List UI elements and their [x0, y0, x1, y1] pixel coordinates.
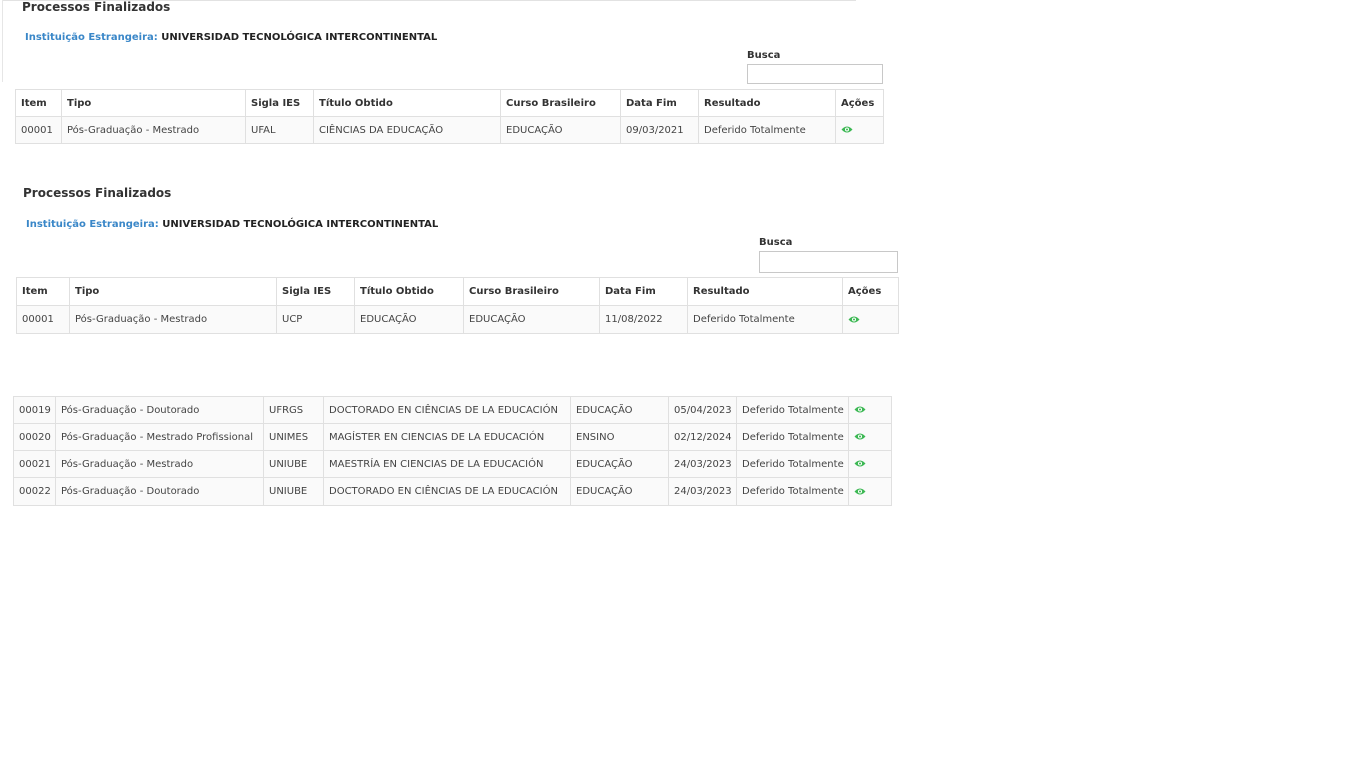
- cell-tipo: Pós-Graduação - Mestrado: [61, 116, 246, 144]
- left-divider: [2, 0, 3, 82]
- cell-sigla-ies: UNIMES: [263, 423, 324, 451]
- cell-sigla-ies: UNIUBE: [263, 477, 324, 506]
- cell-tipo: Pós-Graduação - Mestrado: [55, 450, 264, 478]
- eye-icon[interactable]: [848, 315, 860, 324]
- institution-info: Instituição Estrangeira: UNIVERSIDAD TEC…: [26, 219, 438, 230]
- table-row: 00001 Pós-Graduação - Mestrado UFAL CIÊN…: [15, 116, 884, 144]
- table-row: 00022 Pós-Graduação - Doutorado UNIUBE D…: [13, 477, 892, 506]
- cell-acoes: [842, 305, 899, 334]
- column-header-item: Item: [15, 89, 62, 117]
- cell-data-fim: 02/12/2024: [668, 423, 737, 451]
- section-title: Processos Finalizados: [23, 186, 172, 200]
- column-header-sigla-ies: Sigla IES: [245, 89, 314, 117]
- eye-icon[interactable]: [854, 405, 866, 414]
- cell-tipo: Pós-Graduação - Mestrado: [69, 305, 277, 334]
- institution-info: Instituição Estrangeira: UNIVERSIDAD TEC…: [25, 32, 437, 43]
- cell-data-fim: 24/03/2023: [668, 450, 737, 478]
- table-row: 00001 Pós-Graduação - Mestrado UCP EDUCA…: [16, 305, 899, 334]
- cell-curso-brasileiro: EDUCAÇÃO: [570, 450, 669, 478]
- column-header-item: Item: [16, 277, 70, 306]
- column-header-curso-brasileiro: Curso Brasileiro: [500, 89, 621, 117]
- search-label: Busca: [759, 237, 793, 248]
- cell-sigla-ies: UNIUBE: [263, 450, 324, 478]
- search-input[interactable]: [759, 251, 898, 273]
- cell-curso-brasileiro: EDUCAÇÃO: [570, 396, 669, 424]
- cell-curso-brasileiro: EDUCAÇÃO: [463, 305, 600, 334]
- cell-resultado: Deferido Totalmente: [736, 477, 849, 506]
- column-header-curso-brasileiro: Curso Brasileiro: [463, 277, 600, 306]
- cell-item: 00021: [13, 450, 56, 478]
- cell-curso-brasileiro: EDUCAÇÃO: [500, 116, 621, 144]
- cell-acoes: [835, 116, 884, 144]
- section-title: Processos Finalizados: [22, 0, 171, 14]
- institution-value: UNIVERSIDAD TECNOLÓGICA INTERCONTINENTAL: [161, 32, 438, 43]
- cell-tipo: Pós-Graduação - Doutorado: [55, 477, 264, 506]
- cell-resultado: Deferido Totalmente: [736, 396, 849, 424]
- cell-titulo-obtido: MAGÍSTER EN CIENCIAS DE LA EDUCACIÓN: [323, 423, 571, 451]
- cell-item: 00019: [13, 396, 56, 424]
- column-header-resultado: Resultado: [698, 89, 836, 117]
- institution-value: UNIVERSIDAD TECNOLÓGICA INTERCONTINENTAL: [162, 219, 439, 230]
- cell-item: 00020: [13, 423, 56, 451]
- table-row: 00019 Pós-Graduação - Doutorado UFRGS DO…: [13, 396, 892, 424]
- processes-table: Item Tipo Sigla IES Título Obtido Curso …: [15, 89, 884, 144]
- eye-icon[interactable]: [841, 125, 853, 134]
- search-label: Busca: [747, 50, 781, 61]
- column-header-tipo: Tipo: [69, 277, 277, 306]
- cell-resultado: Deferido Totalmente: [736, 450, 849, 478]
- cell-curso-brasileiro: ENSINO: [570, 423, 669, 451]
- search-input[interactable]: [747, 64, 883, 84]
- cell-acoes: [848, 450, 892, 478]
- cell-acoes: [848, 423, 892, 451]
- cell-sigla-ies: UFAL: [245, 116, 314, 144]
- table-header-row: Item Tipo Sigla IES Título Obtido Curso …: [16, 277, 899, 306]
- column-header-sigla-ies: Sigla IES: [276, 277, 355, 306]
- table-header-row: Item Tipo Sigla IES Título Obtido Curso …: [15, 89, 884, 117]
- cell-titulo-obtido: DOCTORADO EN CIÊNCIAS DE LA EDUCACIÓN: [323, 396, 571, 424]
- cell-tipo: Pós-Graduação - Doutorado: [55, 396, 264, 424]
- cell-curso-brasileiro: EDUCAÇÃO: [570, 477, 669, 506]
- eye-icon[interactable]: [854, 459, 866, 468]
- cell-sigla-ies: UCP: [276, 305, 355, 334]
- cell-item: 00022: [13, 477, 56, 506]
- processes-table: Item Tipo Sigla IES Título Obtido Curso …: [16, 277, 899, 334]
- eye-icon[interactable]: [854, 487, 866, 496]
- cell-data-fim: 24/03/2023: [668, 477, 737, 506]
- cell-acoes: [848, 477, 892, 506]
- cell-tipo: Pós-Graduação - Mestrado Profissional: [55, 423, 264, 451]
- column-header-tipo: Tipo: [61, 89, 246, 117]
- processes-table-rows: 00019 Pós-Graduação - Doutorado UFRGS DO…: [13, 396, 892, 506]
- cell-titulo-obtido: EDUCAÇÃO: [354, 305, 464, 334]
- cell-data-fim: 11/08/2022: [599, 305, 688, 334]
- column-header-acoes: Ações: [835, 89, 884, 117]
- column-header-data-fim: Data Fim: [620, 89, 699, 117]
- column-header-acoes: Ações: [842, 277, 899, 306]
- institution-label: Instituição Estrangeira:: [25, 32, 158, 43]
- table-row: 00021 Pós-Graduação - Mestrado UNIUBE MA…: [13, 450, 892, 478]
- column-header-titulo-obtido: Título Obtido: [313, 89, 501, 117]
- cell-sigla-ies: UFRGS: [263, 396, 324, 424]
- cell-resultado: Deferido Totalmente: [698, 116, 836, 144]
- cell-resultado: Deferido Totalmente: [687, 305, 843, 334]
- cell-item: 00001: [15, 116, 62, 144]
- table-row: 00020 Pós-Graduação - Mestrado Profissio…: [13, 423, 892, 451]
- cell-data-fim: 05/04/2023: [668, 396, 737, 424]
- cell-item: 00001: [16, 305, 70, 334]
- column-header-titulo-obtido: Título Obtido: [354, 277, 464, 306]
- cell-titulo-obtido: DOCTORADO EN CIÊNCIAS DE LA EDUCACIÓN: [323, 477, 571, 506]
- eye-icon[interactable]: [854, 432, 866, 441]
- cell-data-fim: 09/03/2021: [620, 116, 699, 144]
- column-header-resultado: Resultado: [687, 277, 843, 306]
- cell-resultado: Deferido Totalmente: [736, 423, 849, 451]
- cell-titulo-obtido: CIÊNCIAS DA EDUCAÇÃO: [313, 116, 501, 144]
- cell-acoes: [848, 396, 892, 424]
- cell-titulo-obtido: MAESTRÍA EN CIENCIAS DE LA EDUCACIÓN: [323, 450, 571, 478]
- institution-label: Instituição Estrangeira:: [26, 219, 159, 230]
- column-header-data-fim: Data Fim: [599, 277, 688, 306]
